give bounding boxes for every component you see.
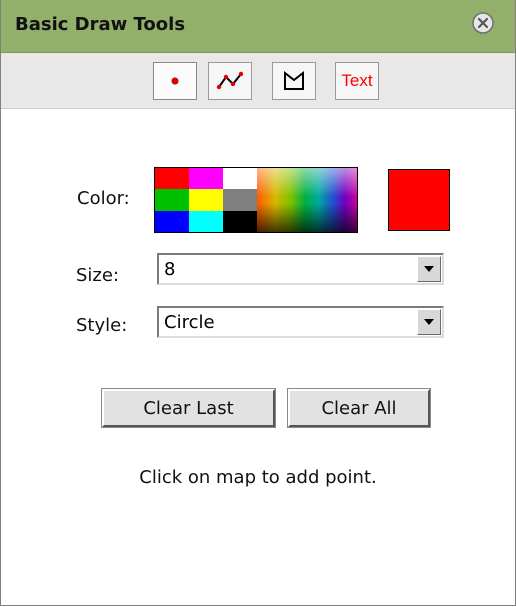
swatch-magenta[interactable] (189, 168, 223, 189)
color-palette[interactable] (154, 167, 358, 233)
swatch-gray[interactable] (223, 189, 257, 211)
polygon-tool-button[interactable] (272, 62, 316, 100)
color-spectrum[interactable] (257, 168, 357, 232)
panel-title: Basic Draw Tools (15, 14, 186, 35)
close-circle-icon (472, 12, 494, 34)
style-select-value: Circle (164, 312, 215, 333)
swatch-red[interactable] (155, 168, 189, 189)
draw-tools-panel: Basic Draw Tools Text Color: Size: 8 Sty… (0, 0, 516, 606)
swatch-cyan[interactable] (189, 211, 223, 232)
chevron-down-icon (424, 319, 434, 325)
style-label: Style: (76, 315, 128, 336)
size-label: Size: (76, 265, 120, 286)
polyline-icon (216, 71, 244, 90)
text-tool-button[interactable]: Text (335, 62, 379, 100)
size-dropdown-button[interactable] (417, 256, 441, 282)
swatch-white[interactable] (223, 168, 257, 189)
polygon-icon (284, 70, 304, 90)
color-label: Color: (77, 188, 130, 209)
point-tool-button[interactable] (153, 62, 197, 100)
close-button[interactable] (470, 10, 496, 36)
swatch-black[interactable] (223, 211, 257, 232)
style-select[interactable]: Circle (157, 306, 444, 338)
panel-titlebar: Basic Draw Tools (1, 0, 515, 53)
draw-toolbar: Text (1, 53, 515, 109)
clear-all-button[interactable]: Clear All (287, 388, 431, 428)
swatch-green[interactable] (155, 189, 189, 211)
clear-last-button[interactable]: Clear Last (101, 388, 276, 428)
instruction-text: Click on map to add point. (139, 467, 377, 488)
chevron-down-icon (424, 266, 434, 272)
line-tool-button[interactable] (208, 62, 252, 100)
selected-color-preview (388, 169, 450, 231)
swatch-blue[interactable] (155, 211, 189, 232)
style-dropdown-button[interactable] (417, 309, 441, 335)
point-icon (171, 77, 179, 85)
size-select[interactable]: 8 (157, 253, 444, 285)
swatch-yellow[interactable] (189, 189, 223, 211)
size-select-value: 8 (164, 259, 176, 280)
text-tool-label: Text (341, 71, 373, 90)
